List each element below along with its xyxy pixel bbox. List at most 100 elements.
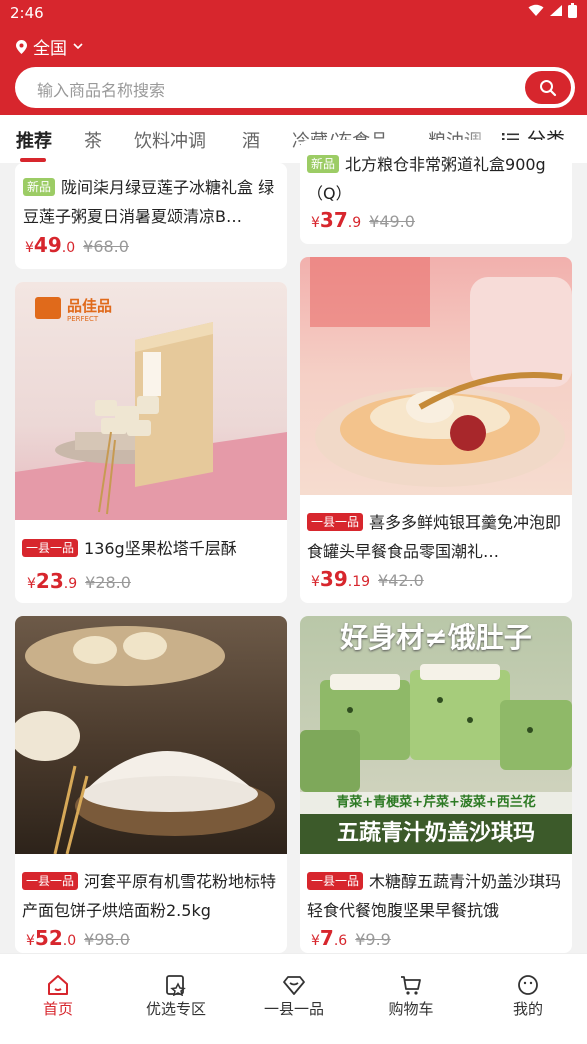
battery-icon (568, 3, 577, 18)
nav-county-product[interactable]: 一县一品 (244, 974, 344, 1019)
old-price-value: 49.0 (379, 212, 415, 231)
nav-featured[interactable]: 优选专区 (126, 974, 226, 1019)
product-photo (300, 664, 572, 792)
old-currency-symbol: ¥ (84, 930, 95, 949)
product-card[interactable]: 一县一品 河套平原有机雪花粉地标特产面包饼子烘焙面粉2.5kg ¥52.0 ¥98.… (15, 616, 287, 953)
search-input[interactable]: 输入商品名称搜索 (37, 77, 165, 101)
image-headline: 好身材≠饿肚子 (340, 621, 532, 654)
price-decimal: .0 (61, 240, 76, 256)
tab-drinks[interactable]: 饮料冲调 (134, 127, 206, 153)
location-pin-icon (16, 39, 27, 54)
price-integer: 39 (319, 567, 348, 591)
nav-cart[interactable]: 购物车 (361, 974, 461, 1019)
location-selector[interactable]: 全国 (16, 34, 83, 59)
product-image: 好身材≠饿肚子 青菜+青梗菜+芹菜+菠菜+西兰花 五蔬青汁奶盖沙琪玛 (300, 616, 572, 854)
currency-symbol: ¥ (311, 933, 320, 949)
product-card[interactable]: 品佳品 PERFECT 一县一品 136g坚果松塔千层酥 ¥23.9 ¥28.0 (15, 282, 287, 603)
price-integer: 49 (33, 233, 62, 257)
nav-cart-label: 购物车 (388, 1000, 434, 1018)
app-header: 2:46 全国 输入商品名称搜索 (0, 0, 587, 115)
original-price: ¥42.0 (378, 571, 424, 590)
signal-icon (550, 5, 562, 16)
search-bar[interactable]: 输入商品名称搜索 (15, 67, 575, 108)
price-decimal: .9 (347, 215, 362, 231)
nav-profile[interactable]: 我的 (478, 974, 578, 1019)
new-tag: 新品 (23, 178, 56, 196)
price-integer: 52 (34, 926, 63, 950)
product-card[interactable]: 新品 陇间柒月绿豆莲子冰糖礼盒 绿豆莲子粥夏日消暑夏颂清凉B… ¥49.0 ¥68.… (15, 163, 287, 269)
currency-symbol: ¥ (26, 933, 35, 949)
price-decimal: .0 (62, 933, 77, 949)
old-currency-symbol: ¥ (83, 237, 94, 256)
nav-county-product-label: 一县一品 (263, 1000, 324, 1018)
active-tab-indicator (20, 158, 46, 162)
price-integer: 7 (319, 926, 334, 950)
product-title-text: 北方粮仓非常粥道礼盒900g（Q） (307, 155, 546, 203)
old-price-value: 68.0 (93, 237, 129, 256)
old-price-value: 98.0 (94, 930, 130, 949)
product-image (300, 257, 572, 495)
diamond-icon (283, 976, 305, 995)
old-currency-symbol: ¥ (355, 930, 366, 949)
county-tag: 一县一品 (307, 513, 364, 531)
product-price: ¥49.0 ¥68.0 (25, 233, 129, 257)
product-title-text: 136g坚果松塔千层酥 (84, 539, 237, 558)
status-bar: 2:46 (0, 0, 587, 26)
price-integer: 37 (319, 208, 348, 232)
smiley-icon (518, 975, 538, 995)
product-price: ¥52.0 ¥98.0 (26, 926, 130, 950)
product-image: 品佳品 PERFECT (15, 282, 287, 520)
old-currency-symbol: ¥ (85, 573, 96, 592)
wifi-icon (528, 4, 544, 16)
product-title: 一县一品 木糖醇五蔬青汁奶盖沙琪玛轻食代餐饱腹坚果早餐抗饿 (307, 867, 569, 925)
original-price: ¥9.9 (355, 930, 391, 949)
product-title: 一县一品 河套平原有机雪花粉地标特产面包饼子烘焙面粉2.5kg (22, 867, 284, 925)
product-price: ¥7.6 ¥9.9 (311, 926, 391, 950)
product-title: 一县一品 136g坚果松塔千层酥 (22, 534, 284, 564)
product-card[interactable]: 新品 北方粮仓非常粥道礼盒900g（Q） ¥37.9 ¥49.0 (300, 140, 572, 244)
original-price: ¥98.0 (84, 930, 130, 949)
nav-home-label: 首页 (42, 1000, 73, 1018)
product-photo (310, 257, 572, 487)
currency-symbol: ¥ (25, 240, 34, 256)
product-card[interactable]: 好身材≠饿肚子 青菜+青梗菜+芹菜+菠菜+西兰花 五蔬青汁奶盖沙琪玛 一县一品木… (300, 616, 572, 953)
status-time: 2:46 (10, 4, 44, 22)
old-price-value: 28.0 (95, 573, 131, 592)
product-card[interactable]: 一县一品 喜多多鲜炖银耳羹免冲泡即食罐头早餐食品零国潮礼… ¥39.19 ¥42.0 (300, 257, 572, 603)
tab-recommend[interactable]: 推荐 (16, 127, 52, 153)
tab-liquor[interactable]: 酒 (242, 127, 260, 153)
product-photo (15, 297, 287, 520)
image-vegetables: 青菜+青梗菜+芹菜+菠菜+西兰花 (300, 792, 572, 814)
product-price: ¥39.19 ¥42.0 (311, 567, 424, 591)
old-price-value: 9.9 (365, 930, 391, 949)
old-currency-symbol: ¥ (378, 571, 389, 590)
county-tag: 一县一品 (22, 539, 79, 557)
price-decimal: .19 (347, 574, 371, 590)
nav-featured-label: 优选专区 (145, 1000, 206, 1018)
price-decimal: .6 (333, 933, 348, 949)
old-currency-symbol: ¥ (369, 212, 380, 231)
star-tag-icon (166, 975, 186, 996)
product-title: 新品 陇间柒月绿豆莲子冰糖礼盒 绿豆莲子粥夏日消暑夏颂清凉B… (23, 173, 285, 231)
tab-tea[interactable]: 茶 (84, 127, 102, 153)
nav-profile-label: 我的 (512, 1000, 543, 1018)
nav-home[interactable]: 首页 (8, 974, 108, 1019)
search-icon (540, 79, 557, 96)
product-title-text: 陇间柒月绿豆莲子冰糖礼盒 绿豆莲子粥夏日消暑夏颂清凉B… (23, 178, 275, 226)
price-integer: 23 (35, 569, 64, 593)
product-title: 一县一品 喜多多鲜炖银耳羹免冲泡即食罐头早餐食品零国潮礼… (307, 508, 569, 566)
product-image (15, 616, 287, 855)
product-title: 新品 北方粮仓非常粥道礼盒900g（Q） (307, 150, 569, 208)
home-icon (48, 975, 68, 995)
original-price: ¥68.0 (83, 237, 129, 256)
brand-logo: 品佳品 (67, 297, 113, 315)
price-decimal: .9 (63, 576, 78, 592)
product-price: ¥23.9 ¥28.0 (27, 569, 131, 593)
county-tag: 一县一品 (22, 872, 79, 890)
original-price: ¥28.0 (85, 573, 131, 592)
currency-symbol: ¥ (27, 576, 36, 592)
chevron-down-icon (73, 43, 83, 50)
currency-symbol: ¥ (311, 574, 320, 590)
search-button[interactable] (525, 71, 571, 104)
image-product-name: 五蔬青汁奶盖沙琪玛 (300, 814, 572, 854)
